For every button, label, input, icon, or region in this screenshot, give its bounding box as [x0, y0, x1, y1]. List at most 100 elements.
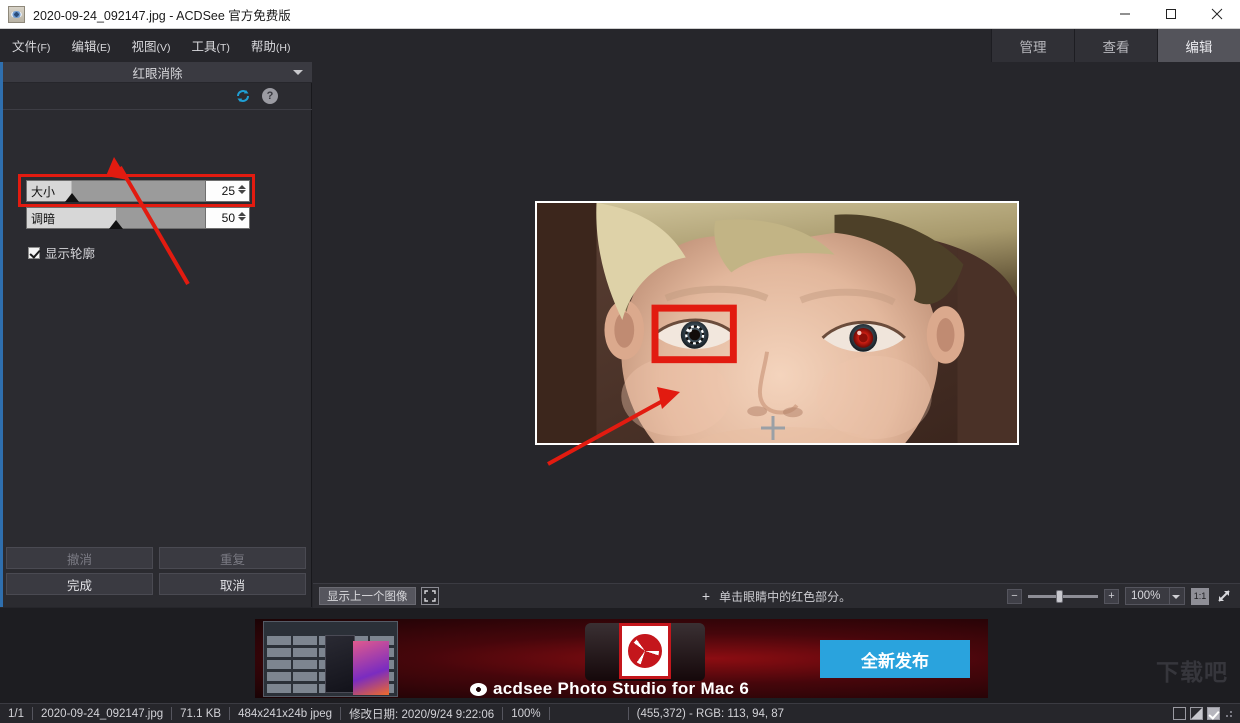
size-slider-label: 大小 — [31, 184, 56, 199]
menu-file-mnemonic: (F) — [37, 42, 51, 54]
status-dimensions: 484x241x24b jpeg — [238, 707, 333, 720]
show-previous-image-button[interactable]: 显示上一个图像 — [319, 587, 416, 605]
ad-content[interactable]: acdsee Photo Studio for Mac 6 全新发布 — [255, 619, 988, 698]
status-filename: 2020-09-24_092147.jpg — [41, 707, 164, 720]
tab-manage[interactable]: 管理 — [991, 29, 1074, 62]
ad-product-name: acdsee Photo Studio for Mac 6 — [493, 679, 750, 698]
photo-frame — [535, 201, 1019, 445]
menu-help-mnemonic: (H) — [275, 42, 291, 54]
acdsee-eye-icon — [470, 682, 487, 696]
panel-action-buttons: 撤消 重复 完成 取消 — [6, 547, 306, 599]
darken-spinner-value: 50 — [221, 211, 235, 225]
window-controls — [1102, 0, 1240, 29]
undo-button[interactable]: 撤消 — [6, 547, 153, 569]
zoom-in-button[interactable]: + — [1104, 588, 1119, 604]
menu-help[interactable]: 帮助(H) — [242, 33, 300, 58]
panel-accent-bar — [0, 62, 3, 607]
brush-cursor — [685, 325, 705, 345]
menu-tools-mnemonic: (T) — [216, 42, 230, 54]
show-outline-label: 显示轮廓 — [45, 247, 96, 261]
show-outline-checkbox-row[interactable]: 显示轮廓 — [28, 243, 95, 262]
half-filled-square-icon[interactable] — [1190, 707, 1203, 720]
menu-view[interactable]: 视图(V) — [122, 33, 179, 58]
menu-edit-label: 编辑 — [71, 40, 97, 54]
canvas-toolbar: 显示上一个图像 + 单击眼睛中的红色部分。 − + 100% 1:1 — [313, 583, 1240, 608]
title-bar: 2020-09-24_092147.jpg - ACDSee 官方免费版 — [0, 0, 1240, 29]
plus-icon: + — [701, 588, 711, 604]
ad-product-text: acdsee Photo Studio for Mac 6 — [470, 679, 800, 698]
ad-product-box — [325, 635, 355, 693]
chevron-down-icon[interactable] — [1172, 595, 1180, 599]
menu-file[interactable]: 文件(F) — [3, 33, 59, 58]
status-modified-date: 修改日期: 2020/9/24 9:22:06 — [349, 708, 495, 721]
tab-edit[interactable]: 编辑 — [1157, 29, 1240, 62]
menu-edit[interactable]: 编辑(E) — [62, 33, 119, 58]
zoom-out-button[interactable]: − — [1007, 588, 1022, 604]
actual-size-button[interactable]: 1:1 — [1191, 587, 1209, 605]
status-filesize: 71.1 KB — [180, 707, 222, 720]
darken-slider-row: 调暗 50 — [26, 207, 250, 229]
advertisement-banner[interactable]: acdsee Photo Studio for Mac 6 全新发布 下载吧 — [0, 608, 1240, 703]
resize-grip-icon[interactable] — [1224, 709, 1234, 719]
menu-tools-label: 工具 — [191, 40, 217, 54]
close-button[interactable] — [1194, 0, 1240, 29]
help-icon[interactable]: ? — [262, 88, 278, 104]
menu-file-label: 文件 — [12, 40, 38, 54]
darken-slider-thumb[interactable] — [109, 220, 123, 229]
status-separator — [548, 707, 550, 720]
menu-view-mnemonic: (V) — [156, 42, 171, 54]
app-icon — [8, 5, 25, 23]
edit-tool-panel: 红眼消除 ? 大小 25 调暗 50 显示轮廓 撤消 重复 完成 取消 — [0, 62, 312, 607]
darken-slider-label: 调暗 — [31, 211, 56, 226]
mode-tabs: 管理 查看 编辑 — [991, 29, 1240, 62]
size-slider-track[interactable]: 大小 — [26, 180, 206, 202]
zoom-combobox-separator — [1169, 588, 1170, 604]
acdsee-aperture-logo — [619, 623, 671, 679]
panel-title: 红眼消除 — [132, 66, 183, 81]
size-spinner[interactable]: 25 — [206, 180, 250, 202]
status-mode-icons — [1173, 707, 1240, 720]
size-spinner-arrows[interactable] — [237, 184, 246, 200]
fit-to-window-icon[interactable] — [420, 587, 439, 605]
tool-hint: + 单击眼睛中的红色部分。 — [617, 588, 937, 605]
refresh-icon[interactable] — [232, 85, 254, 107]
status-pixel-info: (455,372) - RGB: 113, 94, 87 — [636, 707, 785, 720]
zoom-level-combobox[interactable]: 100% — [1125, 587, 1185, 605]
redo-button[interactable]: 重复 — [159, 547, 306, 569]
ad-product-poster — [353, 641, 389, 695]
menu-help-label: 帮助 — [250, 40, 276, 54]
zoom-slider-thumb[interactable] — [1056, 589, 1063, 603]
zoom-level-value: 100% — [1131, 590, 1161, 602]
cancel-button[interactable]: 取消 — [159, 573, 306, 595]
darken-slider-track[interactable]: 调暗 — [26, 207, 206, 229]
darken-spinner-arrows[interactable] — [237, 211, 246, 227]
status-zoom: 100% — [511, 707, 541, 720]
maximize-button[interactable] — [1148, 0, 1194, 29]
empty-square-icon[interactable] — [1173, 707, 1186, 720]
menu-edit-mnemonic: (E) — [96, 42, 111, 54]
tab-view[interactable]: 查看 — [1074, 29, 1157, 62]
size-slider-thumb[interactable] — [64, 193, 79, 202]
window-title: 2020-09-24_092147.jpg - ACDSee 官方免费版 — [33, 8, 291, 23]
status-page: 1/1 — [8, 707, 24, 720]
status-bar: 1/1 2020-09-24_092147.jpg 71.1 KB 484x24… — [0, 703, 1240, 723]
panel-header[interactable]: 红眼消除 — [3, 62, 312, 83]
zoom-controls: − + 100% 1:1 — [1007, 587, 1240, 605]
expand-diagonal-icon[interactable] — [1215, 588, 1233, 605]
site-watermark: 下载吧 — [1156, 659, 1228, 685]
done-button[interactable]: 完成 — [6, 573, 153, 595]
zoom-slider-track[interactable] — [1028, 589, 1098, 603]
size-slider-row: 大小 25 — [26, 180, 250, 202]
checked-square-icon[interactable] — [1207, 707, 1220, 720]
chevron-down-icon[interactable] — [293, 70, 303, 75]
darken-spinner[interactable]: 50 — [206, 207, 250, 229]
acdsee-window: 2020-09-24_092147.jpg - ACDSee 官方免费版 文件(… — [0, 0, 1240, 723]
show-outline-checkbox[interactable] — [28, 246, 40, 259]
size-spinner-value: 25 — [221, 184, 235, 198]
ad-cta-button[interactable]: 全新发布 — [820, 640, 970, 678]
menu-view-label: 视图 — [131, 40, 157, 54]
crosshair-cursor — [761, 416, 785, 440]
image-canvas[interactable] — [313, 62, 1240, 583]
menu-tools[interactable]: 工具(T) — [182, 33, 238, 58]
minimize-button[interactable] — [1102, 0, 1148, 29]
